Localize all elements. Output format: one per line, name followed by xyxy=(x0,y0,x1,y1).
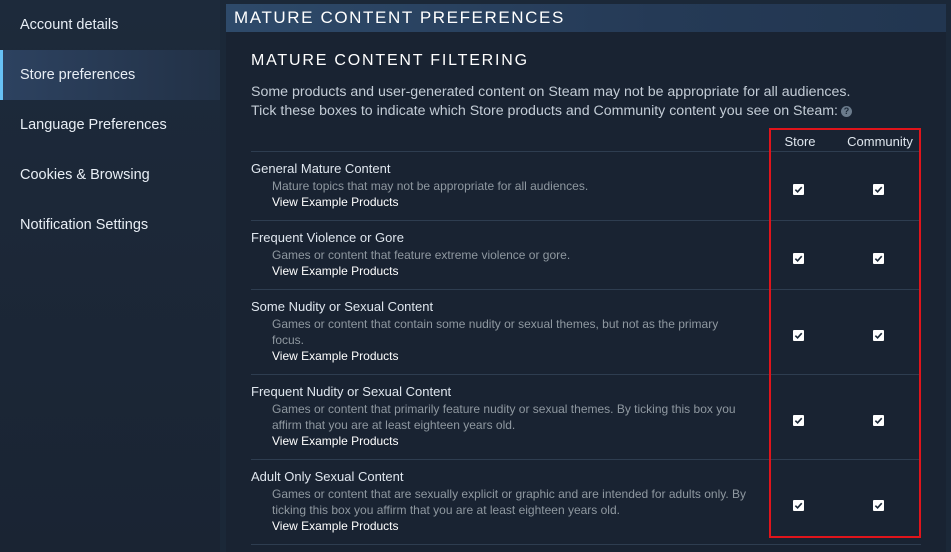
store-checkbox[interactable] xyxy=(793,500,804,511)
store-checkbox[interactable] xyxy=(793,415,804,426)
store-checkbox[interactable] xyxy=(793,253,804,264)
row-description: Games or content that primarily feature … xyxy=(272,402,736,432)
sidebar-item-account-details[interactable]: Account details xyxy=(0,0,220,50)
filter-row-some-nudity: Some Nudity or Sexual Content Games or c… xyxy=(251,289,921,374)
row-title: Adult Only Sexual Content xyxy=(251,469,404,484)
description: Some products and user-generated content… xyxy=(251,83,921,121)
row-title: Frequent Nudity or Sexual Content xyxy=(251,384,452,399)
rows-bottom-divider xyxy=(251,544,921,545)
section-header: MATURE CONTENT PREFERENCES xyxy=(226,4,946,32)
store-checkbox[interactable] xyxy=(793,184,804,195)
check-icon xyxy=(874,417,883,425)
sidebar-item-notification-settings[interactable]: Notification Settings xyxy=(0,200,220,250)
sidebar-item-language-preferences[interactable]: Language Preferences xyxy=(0,100,220,150)
check-icon xyxy=(874,255,883,263)
store-checkbox[interactable] xyxy=(793,330,804,341)
check-icon xyxy=(794,332,803,340)
view-example-products-link[interactable]: View Example Products xyxy=(272,434,399,448)
check-icon xyxy=(794,186,803,194)
description-line-1: Some products and user-generated content… xyxy=(251,84,851,100)
main-panel: MATURE CONTENT PREFERENCES MATURE CONTEN… xyxy=(226,0,946,552)
community-checkbox[interactable] xyxy=(873,184,884,195)
view-example-products-link[interactable]: View Example Products xyxy=(272,195,399,209)
check-icon xyxy=(874,502,883,510)
row-description: Mature topics that may not be appropriat… xyxy=(272,179,589,193)
community-checkbox[interactable] xyxy=(873,253,884,264)
sidebar-item-store-preferences[interactable]: Store preferences xyxy=(0,50,220,100)
column-header-community: Community xyxy=(847,134,913,149)
filter-rows: General Mature Content Mature topics tha… xyxy=(251,151,921,544)
sidebar-item-cookies-browsing[interactable]: Cookies & Browsing xyxy=(0,150,220,200)
check-icon xyxy=(794,502,803,510)
row-description: Games or content that contain some nudit… xyxy=(272,317,719,347)
view-example-products-link[interactable]: View Example Products xyxy=(272,519,399,533)
row-title: Some Nudity or Sexual Content xyxy=(251,299,434,314)
section-subtitle: MATURE CONTENT FILTERING xyxy=(251,52,529,69)
description-line-2: Tick these boxes to indicate which Store… xyxy=(251,102,921,121)
filter-row-frequent-nudity: Frequent Nudity or Sexual Content Games … xyxy=(251,374,921,459)
help-icon[interactable]: ? xyxy=(841,106,852,117)
section-header-title: MATURE CONTENT PREFERENCES xyxy=(234,8,565,27)
view-example-products-link[interactable]: View Example Products xyxy=(272,349,399,363)
view-example-products-link[interactable]: View Example Products xyxy=(272,264,399,278)
row-description: Games or content that are sexually expli… xyxy=(272,487,747,517)
row-title: Frequent Violence or Gore xyxy=(251,230,404,245)
community-checkbox[interactable] xyxy=(873,330,884,341)
filter-row-adult-only: Adult Only Sexual Content Games or conte… xyxy=(251,459,921,544)
filter-row-general-mature: General Mature Content Mature topics tha… xyxy=(251,151,921,220)
sidebar: Account details Store preferences Langua… xyxy=(0,0,220,552)
filter-row-violence-gore: Frequent Violence or Gore Games or conte… xyxy=(251,220,921,289)
column-header-store: Store xyxy=(784,134,816,149)
check-icon xyxy=(874,186,883,194)
check-icon xyxy=(794,417,803,425)
check-icon xyxy=(874,332,883,340)
row-title: General Mature Content xyxy=(251,161,391,176)
community-checkbox[interactable] xyxy=(873,500,884,511)
check-icon xyxy=(794,255,803,263)
description-line-2-text: Tick these boxes to indicate which Store… xyxy=(251,103,838,119)
content-area: MATURE CONTENT FILTERING Some products a… xyxy=(226,32,946,552)
row-description: Games or content that feature extreme vi… xyxy=(272,248,571,262)
community-checkbox[interactable] xyxy=(873,415,884,426)
